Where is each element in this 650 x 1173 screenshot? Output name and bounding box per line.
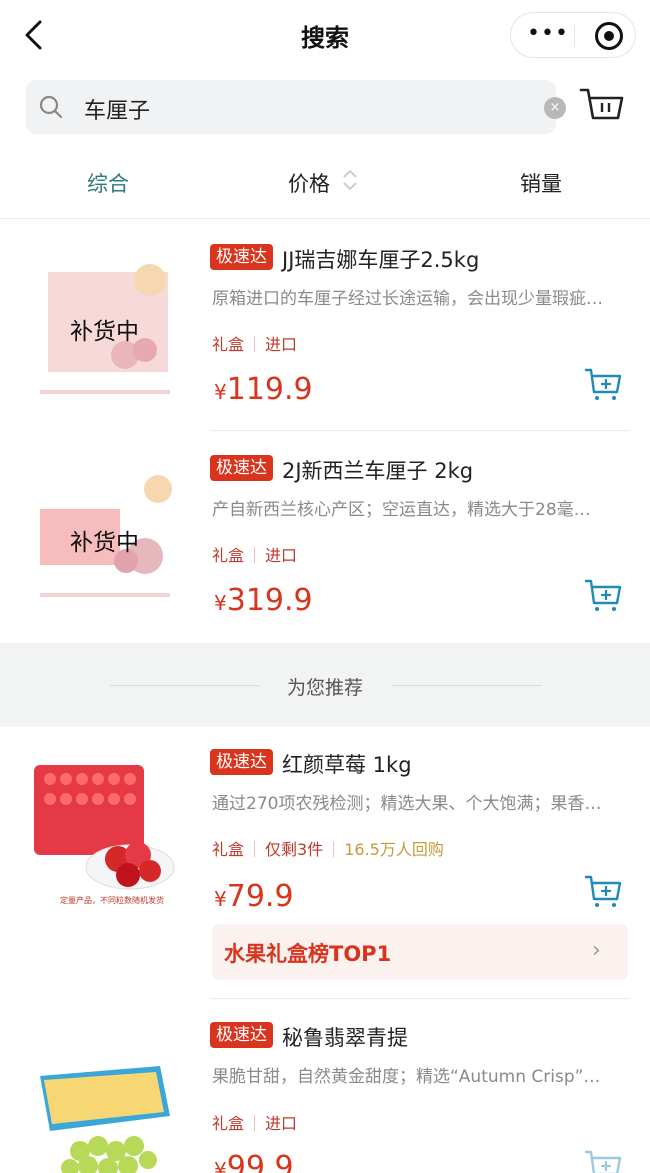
search-input[interactable]: 车厘子 xyxy=(84,93,150,125)
product-price: ¥119.9 xyxy=(214,372,313,407)
search-bar[interactable]: 车厘子 × xyxy=(26,80,566,134)
product-tags: 礼盒 仅剩3件 16.5万人回购 xyxy=(212,836,444,860)
product-name[interactable]: 2J新西兰车厘子 2kg xyxy=(282,455,473,485)
tag-imported: 进口 xyxy=(265,1114,298,1133)
tag-imported: 进口 xyxy=(265,335,298,354)
chevron-right-icon: › xyxy=(592,938,601,963)
product-desc: 产自新西兰核心产区；空运直达，精选大于28毫… xyxy=(212,500,591,520)
product-tags: 礼盒 进口 xyxy=(212,331,297,355)
tag-stock-left: 仅剩3件 xyxy=(265,840,324,859)
ranking-label: 水果礼盒榜TOP1 xyxy=(224,942,392,966)
recommend-title: 为您推荐 xyxy=(286,677,363,699)
image-caption: 定量产品，不同粒数随机发货 xyxy=(60,896,164,905)
product-desc: 原箱进口的车厘子经过长途运输，会出现少量瑕疵… xyxy=(212,289,603,309)
divider xyxy=(0,218,650,219)
clear-search-icon[interactable]: × xyxy=(544,97,566,119)
cart-icon[interactable] xyxy=(578,84,626,128)
nav-bar: 搜索 ••• xyxy=(0,0,650,72)
product-image[interactable] xyxy=(30,1046,180,1173)
add-to-cart-icon[interactable] xyxy=(584,366,622,402)
add-to-cart-icon[interactable] xyxy=(584,577,622,613)
express-badge: 极速达 xyxy=(210,1022,273,1048)
decor-line xyxy=(392,685,542,686)
tag-repurchase: 16.5万人回购 xyxy=(344,840,444,859)
product-desc: 果脆甘甜，自然黄金甜度；精选“Autumn Crisp”… xyxy=(212,1067,601,1087)
row-divider xyxy=(210,998,630,999)
close-miniprogram-icon[interactable] xyxy=(595,22,623,50)
product-name[interactable]: 秘鲁翡翠青提 xyxy=(282,1022,408,1052)
product-price: ¥79.9 xyxy=(214,879,294,914)
ranking-banner[interactable]: 水果礼盒榜TOP1 › xyxy=(212,924,628,980)
tab-comprehensive[interactable]: 综合 xyxy=(87,168,129,198)
tag-imported: 进口 xyxy=(265,546,298,565)
search-icon xyxy=(39,95,63,119)
tag-gift-box: 礼盒 xyxy=(212,840,245,859)
restock-label: 补货中 xyxy=(70,530,139,556)
tag-gift-box: 礼盒 xyxy=(212,335,245,354)
product-price: ¥319.9 xyxy=(214,583,313,618)
product-desc: 通过270项农残检测；精选大果、个大饱满；果香… xyxy=(212,794,602,814)
tag-gift-box: 礼盒 xyxy=(212,1114,245,1133)
express-badge: 极速达 xyxy=(210,749,273,775)
express-badge: 极速达 xyxy=(210,455,273,481)
product-name[interactable]: JJ瑞吉娜车厘子2.5kg xyxy=(282,244,479,274)
sort-arrows-icon xyxy=(343,169,357,191)
product-tags: 礼盒 进口 xyxy=(212,542,297,566)
sort-tabs: 综合 价格 销量 xyxy=(0,158,650,206)
tab-price[interactable]: 价格 xyxy=(288,168,330,198)
product-price: ¥99.9 xyxy=(214,1150,294,1173)
capsule-divider xyxy=(574,25,575,47)
restock-label: 补货中 xyxy=(70,319,139,345)
mini-program-capsule: ••• xyxy=(510,12,636,58)
more-icon[interactable]: ••• xyxy=(527,21,569,46)
product-name[interactable]: 红颜草莓 1kg xyxy=(282,749,412,779)
tag-gift-box: 礼盒 xyxy=(212,546,245,565)
express-badge: 极速达 xyxy=(210,244,273,270)
add-to-cart-icon[interactable] xyxy=(584,1148,622,1173)
product-image[interactable] xyxy=(30,759,180,909)
add-to-cart-icon[interactable] xyxy=(584,873,622,909)
recommend-section-header: 为您推荐 xyxy=(0,643,650,727)
tab-sales[interactable]: 销量 xyxy=(520,168,562,198)
product-tags: 礼盒 进口 xyxy=(212,1110,297,1134)
row-divider xyxy=(210,430,630,431)
